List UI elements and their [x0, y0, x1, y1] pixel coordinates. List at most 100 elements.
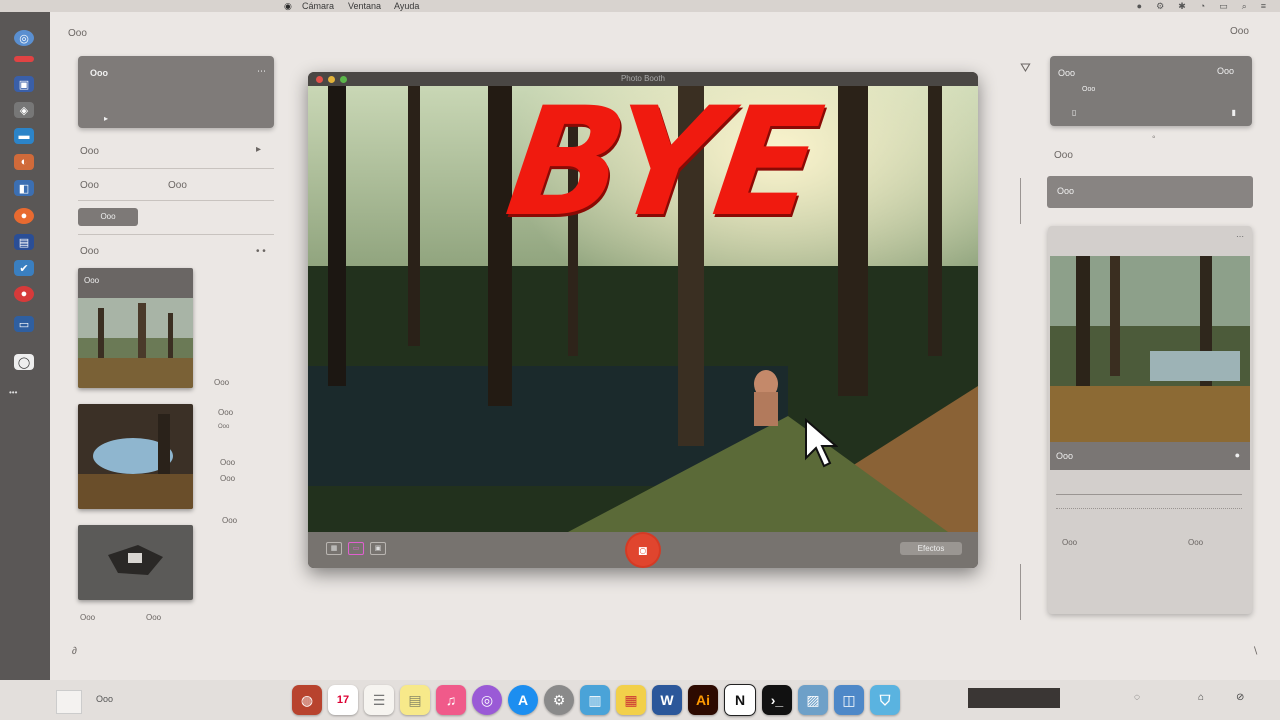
thumbnail-3[interactable] [78, 525, 193, 600]
thumbnail-2[interactable] [78, 404, 193, 509]
folder-icon[interactable]: ▬ [14, 128, 34, 144]
divider [78, 200, 274, 201]
app-icon-4[interactable]: ◧ [14, 180, 34, 196]
divider [1056, 494, 1242, 495]
effects-button[interactable]: Efectos [900, 542, 962, 555]
card-dot-icon[interactable]: ● [1235, 450, 1240, 460]
small-glyph-icon: ∂ [72, 646, 77, 657]
finder-label: Ooo [96, 694, 114, 704]
single-mode-icon[interactable]: ▭ [348, 542, 364, 555]
app-icon-5[interactable]: ● [14, 208, 34, 224]
thumb-side-1: Ooo [214, 378, 230, 387]
right-section-label: Ooo [1054, 150, 1073, 161]
card-row-b: Ooo [1188, 538, 1204, 547]
left-section-2-label: Ooo [80, 246, 99, 257]
keynote-dock-icon[interactable]: ▥ [580, 685, 610, 715]
word-dock-icon[interactable]: W [652, 685, 682, 715]
slides-dock-icon[interactable]: ▦ [616, 685, 646, 715]
terminal-dock-icon[interactable]: ›_ [762, 685, 792, 715]
grid-mode-icon[interactable]: ▦ [326, 542, 342, 555]
illustrator-dock-icon[interactable]: Ai [688, 685, 718, 715]
bluetooth-icon[interactable]: ✱ [1178, 0, 1186, 12]
app-icon-8[interactable]: ● [14, 286, 34, 302]
close-button[interactable] [316, 76, 323, 83]
left-header-panel[interactable]: Ooo ⋯ ▸ [78, 56, 274, 128]
right-top-sub: Ooo [1082, 86, 1096, 93]
record-icon[interactable]: ● [1137, 0, 1142, 12]
left-row-left: Ooo [80, 180, 99, 191]
left-section-1-label: Ooo [80, 146, 99, 157]
app-icon-1[interactable]: ▣ [14, 76, 34, 92]
app-icon-9[interactable]: ▭ [14, 316, 34, 332]
thumbnail-1[interactable]: Ooo [78, 268, 193, 388]
forest-thumb-3 [78, 525, 193, 600]
notes-dock-icon[interactable]: ▤ [400, 685, 430, 715]
thumbnail-1-title: Ooo [78, 268, 193, 298]
gear-icon[interactable]: ⚙ [1156, 0, 1164, 12]
card-more-icon[interactable]: ⋯ [1236, 232, 1244, 241]
card-row-a: Ooo [1062, 538, 1078, 547]
battery-icon[interactable]: ▭ [1219, 0, 1228, 12]
menu-window[interactable]: Ventana [348, 0, 381, 12]
right-bar[interactable]: Ooo [1047, 176, 1253, 208]
dock-thumbnail[interactable] [968, 688, 1060, 708]
shutter-button[interactable]: ◙ [627, 534, 659, 566]
photos-dock-icon[interactable]: ◫ [834, 685, 864, 715]
thumb-side-3c: Ooo [222, 516, 238, 525]
thumb-side-3b: Ooo [220, 474, 236, 483]
eye-icon: ◉ [284, 1, 292, 11]
safari-icon[interactable]: ◎ [14, 30, 34, 46]
thumb-side-2a: Ooo [218, 408, 234, 417]
reminders-dock-icon[interactable]: ☰ [364, 685, 394, 715]
thumb-3-caption-a: Ooo [80, 613, 96, 622]
chevron-icon[interactable]: ▸ [256, 144, 261, 155]
bye-overlay-text: BYE [497, 76, 828, 250]
calendar-dock-icon[interactable]: 17 [328, 685, 358, 715]
divider [1020, 564, 1021, 620]
filter-icon[interactable]: ⛛ [1020, 60, 1031, 76]
finder-window-icon[interactable] [56, 690, 82, 714]
divider [1056, 508, 1242, 509]
desktop-top-right-label: Ooo [1230, 26, 1249, 37]
music-dock-icon[interactable]: ♫ [436, 685, 466, 715]
settings-dock-icon[interactable]: ⚙ [544, 685, 574, 715]
left-rail: ◎ ▣ ◈ ▬ ◐ ◧ ● ▤ ✔ ● ▭ ◯ ••• ⏻ [0, 12, 50, 720]
app-store-dock-icon[interactable]: A [508, 685, 538, 715]
photo-booth-dock-icon[interactable]: ◍ [292, 685, 322, 715]
app-icon-3[interactable]: ◐ [14, 154, 34, 170]
right-top-panel[interactable]: Ooo Ooo Ooo ▯ ▮ [1050, 56, 1252, 126]
list-icon-2[interactable]: ▮ [1232, 108, 1236, 117]
app-icon-6[interactable]: ▤ [14, 234, 34, 250]
zoom-button[interactable] [340, 76, 347, 83]
messages-icon[interactable]: ◯ [14, 354, 34, 370]
menu-help[interactable]: Ayuda [394, 0, 419, 12]
desktop-top-left-label: Ooo [68, 28, 87, 39]
red-bar-icon[interactable] [14, 56, 34, 62]
thumb-3-caption-b: Ooo [146, 613, 162, 622]
left-chip[interactable]: Ooo [78, 208, 138, 226]
search-icon[interactable]: ⌕ [1242, 0, 1247, 12]
right-top-left: Ooo [1058, 68, 1076, 78]
app-icon-2[interactable]: ◈ [14, 102, 34, 118]
right-top-right: Ooo [1216, 66, 1234, 76]
rail-label: ••• [9, 388, 18, 397]
notion-dock-icon[interactable]: N [724, 684, 756, 716]
forest-thumb-1 [78, 298, 193, 388]
app-icon-7[interactable]: ✔ [14, 260, 34, 276]
dock: ◍ 17 ☰ ▤ ♫ ◎ A ⚙ ▥ ▦ W Ai N ›_ ▨ ◫ ⛉ [292, 682, 922, 718]
menu-camera[interactable]: Cámara [302, 0, 334, 12]
control-center-icon[interactable]: ≡ [1261, 0, 1266, 12]
preview-dock-icon[interactable]: ▨ [798, 685, 828, 715]
card-caption-bar[interactable]: Ooo ● [1050, 442, 1250, 470]
more-icon[interactable]: ⋯ [257, 66, 266, 77]
dots-icon[interactable]: • • [256, 246, 266, 257]
shield-dock-icon[interactable]: ⛉ [870, 685, 900, 715]
podcasts-dock-icon[interactable]: ◎ [472, 685, 502, 715]
minimize-button[interactable] [328, 76, 335, 83]
tiny-dot: ◦ [1152, 132, 1156, 143]
video-mode-icon[interactable]: ▣ [370, 542, 386, 555]
wifi-icon[interactable]: ◔ [1200, 0, 1205, 12]
list-icon[interactable]: ▯ [1072, 108, 1076, 117]
status-glyph-3: ⊘ [1236, 692, 1245, 703]
right-card[interactable]: ⋯ Ooo ● Ooo Ooo [1048, 226, 1252, 614]
